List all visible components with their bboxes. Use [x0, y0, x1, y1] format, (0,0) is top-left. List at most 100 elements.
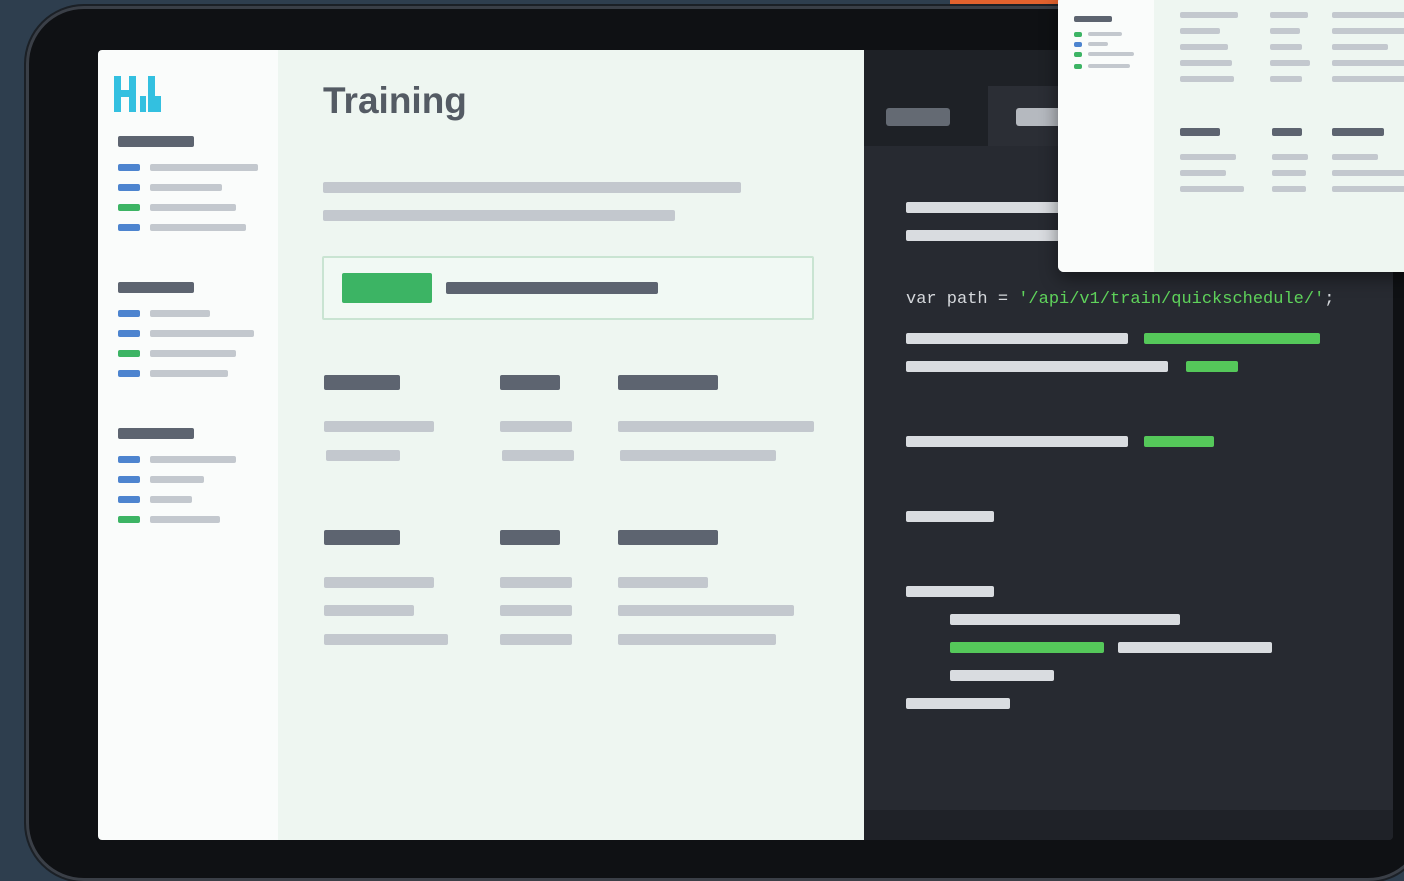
table-cell — [500, 605, 572, 616]
code-string-token — [1186, 361, 1238, 372]
preview-cell — [1270, 76, 1302, 82]
table-cell — [500, 634, 572, 645]
preview-cell — [1180, 76, 1234, 82]
table-header-cell — [324, 375, 400, 390]
sidebar-item-label[interactable] — [150, 224, 246, 231]
code-path-line: var path = '/api/v1/train/quickschedule/… — [906, 290, 1334, 309]
preview-cell — [1332, 44, 1388, 50]
preview-cell — [1180, 186, 1244, 192]
status-badge — [342, 273, 432, 303]
page-title: Training — [323, 80, 467, 121]
table-cell — [618, 577, 708, 588]
preview-cell — [1332, 60, 1404, 66]
preview-cell — [1180, 28, 1220, 34]
preview-section-heading — [1074, 16, 1112, 22]
code-string-token — [1144, 436, 1214, 447]
table-header-cell — [500, 375, 560, 390]
description-line — [323, 210, 675, 221]
code-line — [950, 614, 1180, 625]
sidebar-item-label[interactable] — [150, 350, 236, 357]
preview-cell — [1332, 186, 1404, 192]
code-string-token — [1144, 333, 1320, 344]
sidebar-item-marker[interactable] — [118, 204, 140, 211]
table-cell — [324, 605, 414, 616]
sidebar-item-label[interactable] — [150, 370, 228, 377]
table-cell — [324, 421, 434, 432]
sidebar-item-marker[interactable] — [118, 330, 140, 337]
sidebar-item-label[interactable] — [150, 330, 254, 337]
sidebar-item-label[interactable] — [150, 496, 192, 503]
table-cell — [618, 634, 776, 645]
code-suffix: ; — [1324, 290, 1335, 309]
sidebar-item-marker[interactable] — [118, 224, 140, 231]
sidebar-item-label[interactable] — [150, 516, 220, 523]
sidebar-section-heading — [118, 136, 194, 147]
code-line — [950, 670, 1054, 681]
table-cell — [500, 577, 572, 588]
sidebar-item-label[interactable] — [150, 456, 236, 463]
sidebar-item-marker[interactable] — [118, 310, 140, 317]
preview-cell — [1270, 12, 1308, 18]
preview-cell — [1272, 186, 1306, 192]
sidebar-item-marker[interactable] — [118, 496, 140, 503]
sidebar-item-marker[interactable] — [118, 184, 140, 191]
preview-item-label — [1088, 32, 1122, 36]
code-string: '/api/v1/train/quickschedule/' — [1018, 290, 1325, 309]
preview-cell — [1180, 60, 1232, 66]
preview-cell — [1270, 60, 1310, 66]
table-cell — [324, 634, 448, 645]
preview-cell — [1332, 154, 1378, 160]
table-header-cell — [618, 530, 718, 545]
preview-cell — [1332, 76, 1404, 82]
sidebar-item-marker[interactable] — [118, 456, 140, 463]
status-panel — [322, 256, 814, 320]
preview-header-cell — [1332, 128, 1384, 136]
table-cell — [620, 450, 776, 461]
preview-cell — [1270, 44, 1302, 50]
sidebar-item-label[interactable] — [150, 204, 236, 211]
preview-cell — [1180, 154, 1236, 160]
status-text — [446, 282, 658, 294]
sidebar-item-label[interactable] — [150, 476, 204, 483]
table-cell — [502, 450, 574, 461]
preview-cell — [1332, 28, 1404, 34]
preview-cell — [1270, 28, 1300, 34]
table-header-cell — [618, 375, 718, 390]
table-header-cell — [500, 530, 560, 545]
sidebar-item-marker[interactable] — [118, 164, 140, 171]
preview-item-label — [1088, 42, 1108, 46]
preview-cell — [1180, 170, 1226, 176]
code-line — [906, 361, 1168, 372]
preview-item-marker — [1074, 52, 1082, 57]
sidebar-item-label[interactable] — [150, 164, 258, 171]
sidebar-item-label[interactable] — [150, 310, 210, 317]
preview-cell — [1272, 154, 1308, 160]
table-cell — [500, 421, 572, 432]
floating-preview-window — [1058, 0, 1404, 272]
sidebar-item-marker[interactable] — [118, 370, 140, 377]
code-prefix: var path = — [906, 290, 1019, 309]
sidebar-item-marker[interactable] — [118, 516, 140, 523]
sidebar-item-marker[interactable] — [118, 476, 140, 483]
preview-header-cell — [1180, 128, 1220, 136]
preview-item-marker — [1074, 32, 1082, 37]
preview-item-marker — [1074, 64, 1082, 69]
brand-logo-icon — [114, 76, 161, 112]
code-line — [906, 436, 1128, 447]
preview-sidebar — [1058, 0, 1154, 272]
table-header-cell — [324, 530, 400, 545]
sidebar — [98, 50, 278, 840]
preview-cell — [1180, 44, 1228, 50]
sidebar-item-marker[interactable] — [118, 350, 140, 357]
table-cell — [324, 577, 434, 588]
code-line — [906, 586, 994, 597]
sidebar-item-label[interactable] — [150, 184, 222, 191]
sidebar-section-heading — [118, 282, 194, 293]
description-line — [323, 182, 741, 193]
code-line — [906, 333, 1128, 344]
preview-cell — [1332, 170, 1404, 176]
preview-cell — [1180, 12, 1238, 18]
preview-header-cell — [1272, 128, 1302, 136]
table-cell — [618, 421, 814, 432]
code-tab[interactable] — [886, 108, 950, 126]
